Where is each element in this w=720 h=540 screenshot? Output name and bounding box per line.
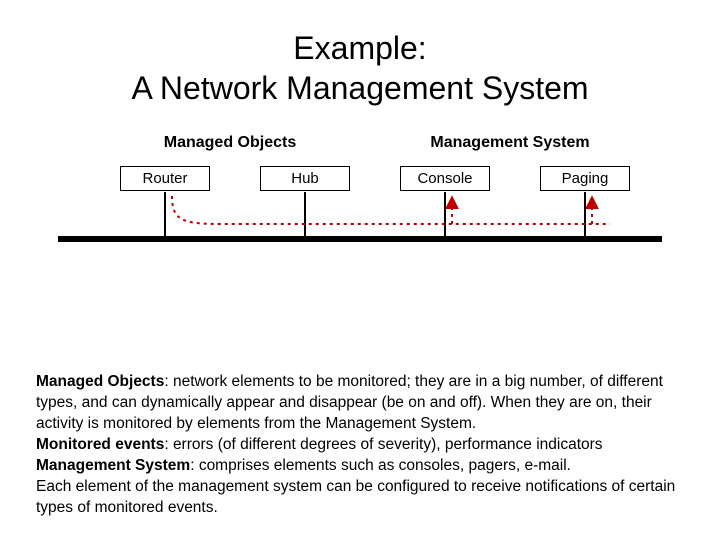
node-console: Console	[400, 166, 490, 191]
desc-managed-objects: Managed Objects: network elements to be …	[36, 372, 684, 435]
stem-router	[164, 192, 166, 236]
title-line-1: Example:	[293, 30, 426, 66]
page-title: Example: A Network Management System	[0, 0, 720, 108]
desc-mo-label: Managed Objects	[36, 373, 164, 390]
desc-management-system: Management System: comprises elements su…	[36, 456, 684, 477]
desc-tail: Each element of the management system ca…	[36, 477, 684, 519]
diagram-canvas: Managed Objects Management System Router…	[0, 124, 720, 324]
node-router: Router	[120, 166, 210, 191]
title-line-2: A Network Management System	[131, 70, 588, 106]
description-block: Managed Objects: network elements to be …	[36, 372, 684, 518]
group-management-system: Management System	[405, 134, 615, 152]
stem-paging	[584, 192, 586, 236]
stem-console	[444, 192, 446, 236]
node-paging: Paging	[540, 166, 630, 191]
network-bus	[58, 236, 662, 242]
group-managed-objects: Managed Objects	[140, 134, 320, 152]
desc-ms-text: : comprises elements such as consoles, p…	[190, 457, 571, 474]
node-paging-label: Paging	[562, 170, 609, 187]
stem-hub	[304, 192, 306, 236]
node-hub-label: Hub	[291, 170, 319, 187]
desc-me-label: Monitored events	[36, 436, 164, 453]
node-hub: Hub	[260, 166, 350, 191]
flow-arrows	[0, 124, 720, 324]
desc-me-text: : errors (of different degrees of severi…	[164, 436, 602, 453]
desc-ms-label: Management System	[36, 457, 190, 474]
node-console-label: Console	[417, 170, 472, 187]
desc-monitored-events: Monitored events: errors (of different d…	[36, 435, 684, 456]
node-router-label: Router	[142, 170, 187, 187]
